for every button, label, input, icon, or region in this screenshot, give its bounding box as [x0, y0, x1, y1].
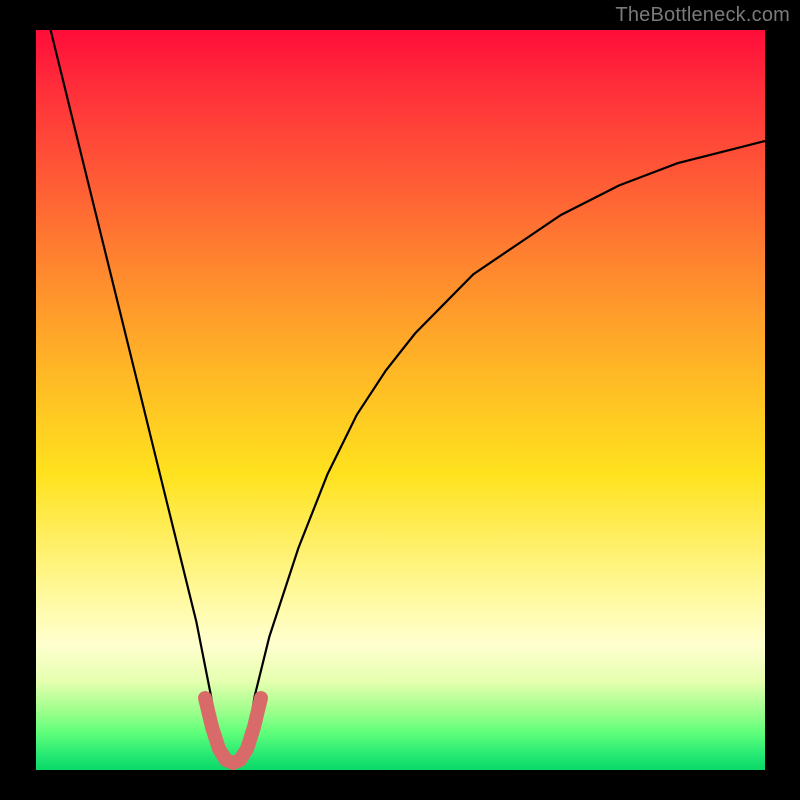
bottleneck-curve [51, 30, 765, 766]
chart-frame: TheBottleneck.com [0, 0, 800, 800]
curve-layer [36, 30, 765, 770]
plot-area [36, 30, 765, 770]
highlight-valley [205, 698, 261, 763]
watermark-text: TheBottleneck.com [615, 4, 790, 27]
